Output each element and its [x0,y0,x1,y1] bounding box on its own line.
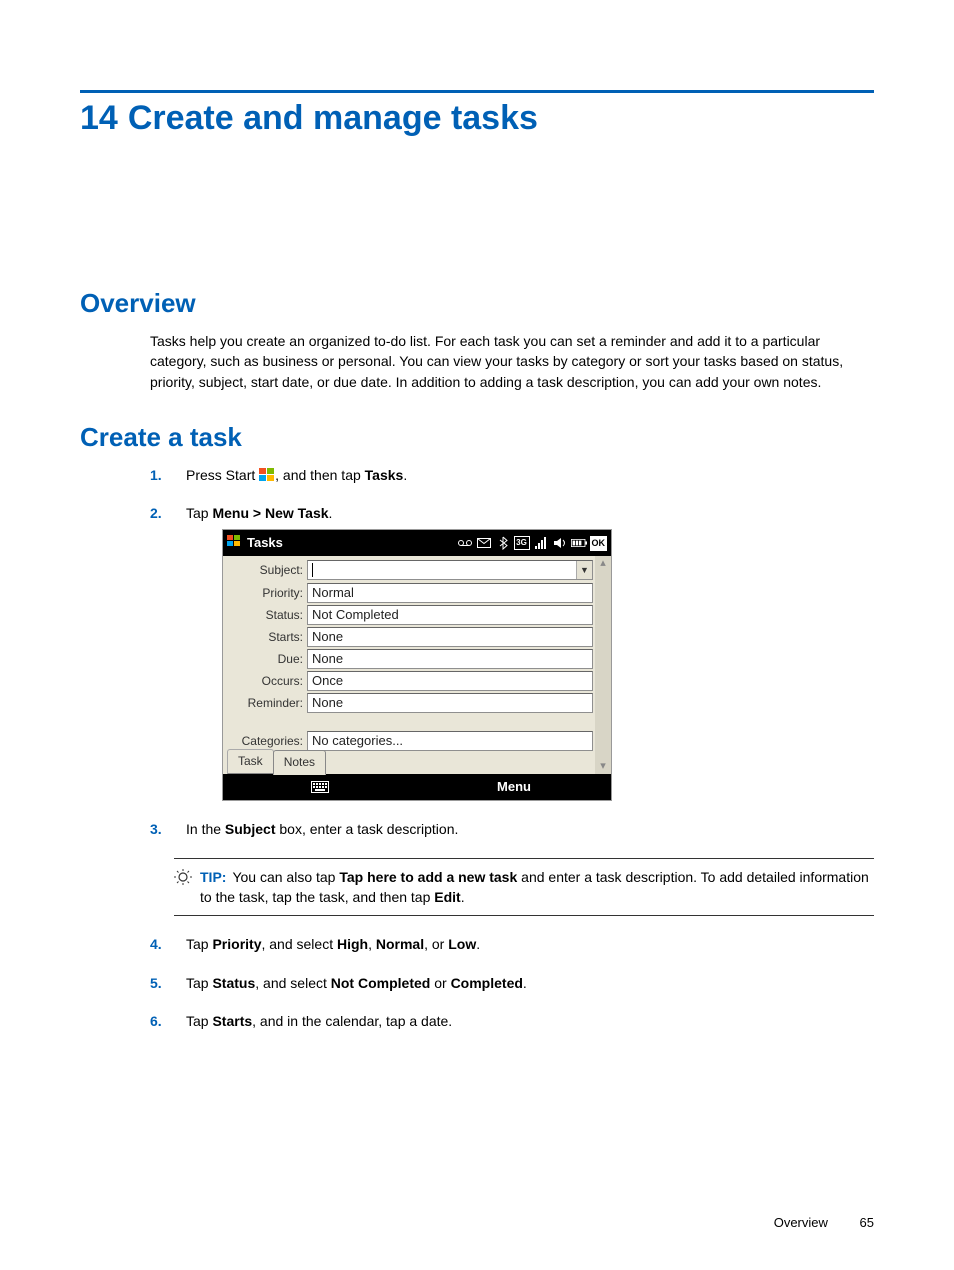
3g-icon: 3G [514,536,530,550]
tab-notes[interactable]: Notes [273,750,326,775]
field-label-status: Status: [223,607,307,624]
step-number: 2. [150,503,162,523]
overview-body: Tasks help you create an organized to-do… [150,331,870,392]
step-1: 1. Press Start , and then tap Tasks. [150,465,874,485]
due-input[interactable]: None [307,649,593,669]
keyboard-button[interactable] [223,781,417,793]
step-number: 6. [150,1011,162,1031]
chapter-title: Create and manage tasks [128,99,538,137]
device-title: Tasks [247,534,283,553]
field-label-starts: Starts: [223,629,307,646]
field-label-occurs: Occurs: [223,673,307,690]
windows-flag-icon [227,534,241,553]
step-number: 3. [150,819,162,839]
signal-icon [533,536,549,550]
starts-input[interactable]: None [307,627,593,647]
tab-task[interactable]: Task [227,749,274,774]
footer-section: Overview [774,1215,828,1230]
categories-input[interactable]: No categories... [307,731,593,751]
field-label-priority: Priority: [223,585,307,602]
dropdown-icon[interactable]: ▼ [576,561,592,579]
scroll-up-icon[interactable]: ▴ [600,558,606,569]
step-number: 1. [150,465,162,485]
lightbulb-icon [174,869,192,908]
subject-input[interactable]: ▼ [307,560,593,580]
step-4: 4. Tap Priority, and select High, Normal… [150,934,874,954]
occurs-input[interactable]: Once [307,671,593,691]
envelope-icon [476,536,492,550]
speaker-icon [552,536,568,550]
field-label-categories: Categories: [223,733,307,750]
keyboard-icon [311,781,329,793]
scrollbar[interactable]: ▴ ▾ [595,556,611,774]
field-label-due: Due: [223,651,307,668]
voicemail-icon [457,536,473,550]
section-create-heading: Create a task [80,422,874,453]
status-icons: 3G OK [457,536,608,551]
page-footer: Overview 65 [774,1215,874,1230]
battery-icon [571,536,587,550]
step-number: 4. [150,934,162,954]
page-number: 65 [860,1215,874,1230]
tip-label: TIP: [200,869,226,885]
text-cursor [312,563,313,577]
tip-box: TIP:You can also tap Tap here to add a n… [174,858,874,917]
device-screenshot: Tasks 3G OK [222,529,612,801]
menu-button[interactable]: Menu [417,778,611,797]
step-3: 3. In the Subject box, enter a task desc… [150,819,874,839]
device-titlebar: Tasks 3G OK [223,530,611,556]
chapter-heading: 14 Create and manage tasks [80,99,874,138]
field-label-subject: Subject: [223,562,307,579]
chapter-number: 14 [80,99,118,137]
step-2: 2. Tap Menu > New Task. Tasks 3G [150,503,874,801]
ok-button[interactable]: OK [590,536,608,551]
step-number: 5. [150,973,162,993]
windows-start-icon [259,468,275,482]
field-label-reminder: Reminder: [223,695,307,712]
step-5: 5. Tap Status, and select Not Completed … [150,973,874,993]
bluetooth-icon [495,536,511,550]
status-input[interactable]: Not Completed [307,605,593,625]
scroll-down-icon[interactable]: ▾ [600,761,606,772]
section-overview-heading: Overview [80,288,874,319]
reminder-input[interactable]: None [307,693,593,713]
step-6: 6. Tap Starts, and in the calendar, tap … [150,1011,874,1031]
priority-input[interactable]: Normal [307,583,593,603]
